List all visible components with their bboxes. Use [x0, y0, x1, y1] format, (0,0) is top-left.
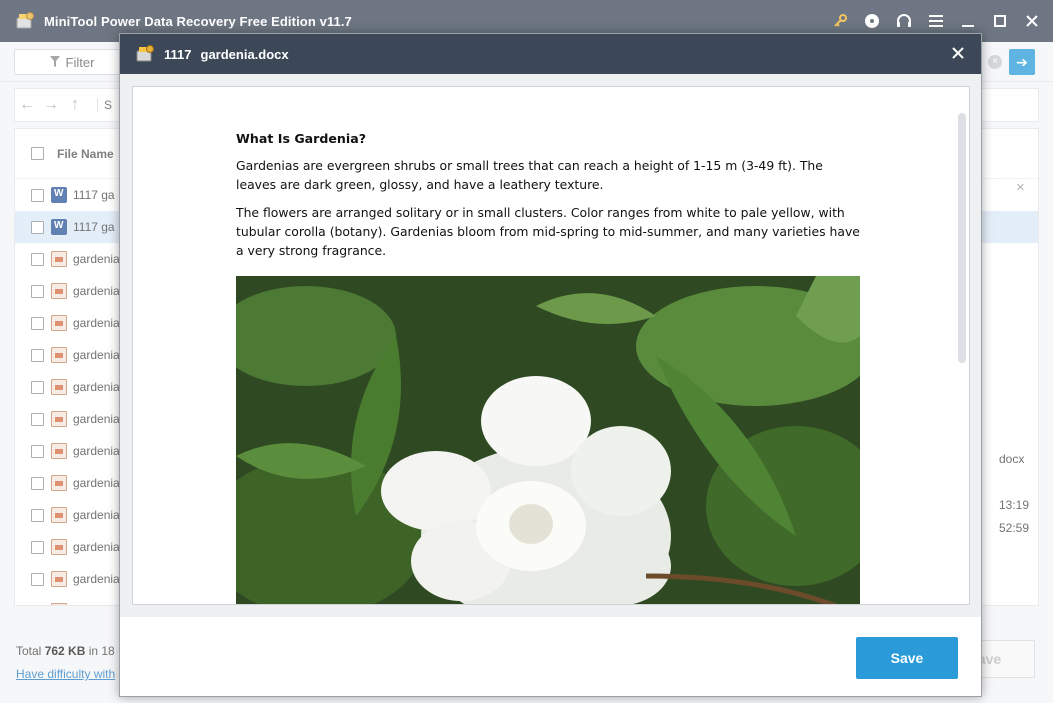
preview-logo-icon: [134, 43, 156, 65]
preview-file-name: gardenia.docx: [200, 46, 289, 62]
save-button[interactable]: Save: [856, 637, 958, 679]
document-paragraph: Gardenias are evergreen shrubs or small …: [236, 158, 823, 192]
document-paragraph: The flowers are arranged solitary or in …: [236, 205, 860, 258]
preview-close-button[interactable]: [947, 42, 969, 64]
document-heading: What Is Gardenia?: [236, 131, 367, 146]
preview-content: What Is Gardenia? Gardenias are evergree…: [120, 74, 981, 617]
gardenia-photo: [236, 276, 860, 604]
close-icon: [952, 47, 964, 59]
document-text: What Is Gardenia? Gardenias are evergree…: [236, 129, 860, 269]
document-page: What Is Gardenia? Gardenias are evergree…: [132, 86, 970, 605]
preview-dialog: 1117 gardenia.docx What Is Gardenia? Gar…: [119, 33, 982, 697]
preview-scrollbar[interactable]: [958, 113, 966, 363]
preview-file-number: 1117: [164, 46, 192, 62]
preview-dialog-header: 1117 gardenia.docx: [120, 34, 981, 74]
